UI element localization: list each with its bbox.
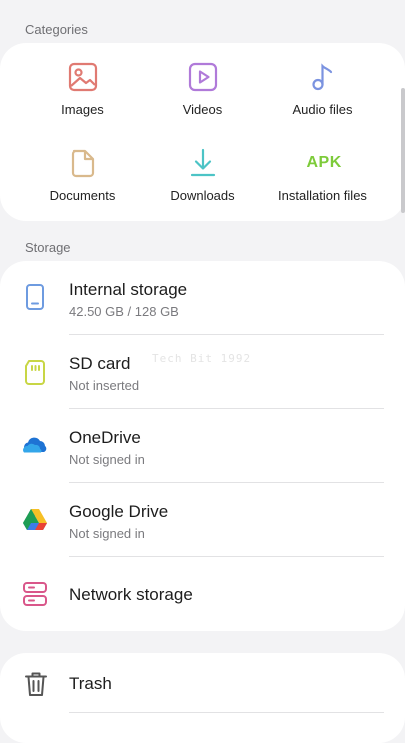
category-label: Installation files xyxy=(278,188,367,203)
storage-detail: Not signed in xyxy=(69,526,145,541)
categories-card: Images Videos Audio files Documents Down… xyxy=(0,43,405,221)
music-note-icon xyxy=(311,63,332,91)
trash-icon xyxy=(25,672,47,696)
storage-title: Storage xyxy=(25,240,71,255)
storage-detail: Not inserted xyxy=(69,378,140,393)
category-label: Audio files xyxy=(292,102,353,117)
google-drive-icon xyxy=(23,509,47,530)
video-icon xyxy=(188,62,217,92)
categories-title: Categories xyxy=(25,22,88,37)
storage-name: OneDrive xyxy=(69,428,141,447)
trash-label: Trash xyxy=(69,674,112,693)
document-icon xyxy=(71,149,94,178)
watermark-text: Tech Bit 1992 xyxy=(152,352,252,365)
storage-item-google-drive[interactable]: Google Drive Not signed in xyxy=(0,483,405,557)
category-label: Videos xyxy=(182,102,223,117)
category-downloads[interactable]: Downloads xyxy=(135,147,270,203)
trash-item[interactable]: Trash xyxy=(0,653,405,713)
category-installation-files[interactable]: APK Installation files xyxy=(255,147,390,203)
category-images[interactable]: Images xyxy=(15,61,150,117)
other-card: Trash xyxy=(0,653,405,743)
category-label: Documents xyxy=(49,188,116,203)
storage-item-internal[interactable]: Internal storage 42.50 GB / 128 GB xyxy=(0,261,405,335)
category-videos[interactable]: Videos xyxy=(135,61,270,117)
server-icon xyxy=(23,582,47,606)
sd-card-icon xyxy=(25,360,45,385)
divider xyxy=(69,712,384,713)
category-label: Downloads xyxy=(170,188,235,203)
storage-item-onedrive[interactable]: OneDrive Not signed in xyxy=(0,409,405,483)
storage-name: Network storage xyxy=(69,585,193,604)
category-label: Images xyxy=(61,102,104,117)
storage-name: Internal storage xyxy=(69,280,188,299)
download-icon xyxy=(190,148,215,177)
onedrive-icon xyxy=(23,437,47,453)
category-audio-files[interactable]: Audio files xyxy=(255,61,390,117)
storage-detail: 42.50 GB / 128 GB xyxy=(69,304,179,319)
phone-icon xyxy=(26,284,44,310)
storage-card: Internal storage 42.50 GB / 128 GB SD ca… xyxy=(0,261,405,631)
image-icon xyxy=(68,62,97,92)
storage-name: SD card xyxy=(69,354,131,373)
apk-icon: APK xyxy=(306,154,342,171)
category-documents[interactable]: Documents xyxy=(15,147,150,203)
storage-item-sd-card[interactable]: SD card Not inserted xyxy=(0,335,405,409)
scrollbar[interactable] xyxy=(401,88,405,213)
storage-name: Google Drive xyxy=(69,502,169,521)
storage-detail: Not signed in xyxy=(69,452,145,467)
storage-item-network[interactable]: Network storage xyxy=(0,557,405,631)
